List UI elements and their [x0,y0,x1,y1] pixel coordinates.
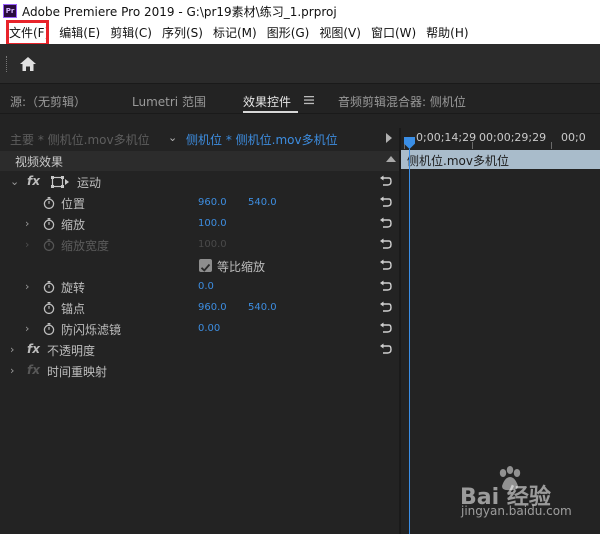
menu-file[interactable]: 文件(F) [0,23,54,43]
tab-source[interactable]: 源:（无剪辑） [10,93,86,110]
property-row-position[interactable]: 位置 960.0 540.0 [0,193,400,214]
anchor-point-label: 锚点 [61,302,86,316]
anti-flicker-label: 防闪烁滤镜 [61,323,122,337]
reset-icon[interactable] [379,301,392,314]
scale-width-label: 缩放宽度 [61,239,110,253]
expand-chevron-icon[interactable]: › [25,217,29,230]
reset-icon[interactable] [379,196,392,209]
menu-clip[interactable]: 剪辑(C) [105,23,157,43]
motion-label: 运动 [77,176,102,190]
property-row-anti-flicker[interactable]: › 防闪烁滤镜 0.00 [0,319,400,340]
timecode-1: 0;00;14;29 [416,131,477,144]
scale-width-value: 100.0 [198,239,227,250]
reset-icon[interactable] [379,343,392,356]
property-row-scale-width: › 缩放宽度 100.0 [0,235,400,256]
rotation-value[interactable]: 0.0 [198,281,214,292]
scale-value[interactable]: 100.0 [198,218,227,229]
fx-toggle-icon[interactable]: fx [27,342,40,356]
stopwatch-icon[interactable] [43,197,55,209]
title-bar: Pr Adobe Premiere Pro 2019 - G:\pr19素材\练… [0,0,600,22]
video-effects-header: 视频效果 [0,151,400,171]
stopwatch-icon[interactable] [43,302,55,314]
menu-bar: 文件(F) 编辑(E) 剪辑(C) 序列(S) 标记(M) 图形(G) 视图(V… [0,22,600,44]
property-row-rotation[interactable]: › 旋转 0.0 [0,277,400,298]
timeline-clip[interactable]: 侧机位.mov多机位 [401,150,600,169]
effect-row-time-remapping[interactable]: › fx 时间重映射 [0,361,400,382]
master-clip-label[interactable]: 主要 * 侧机位.mov多机位 [10,131,150,148]
rotation-label: 旋转 [61,281,86,295]
property-row-anchor-point[interactable]: 锚点 960.0 540.0 [0,298,400,319]
anchor-y-value[interactable]: 540.0 [248,302,277,313]
ruler-tick [472,142,473,149]
premiere-app-icon: Pr [3,4,17,18]
toolbar [0,44,600,84]
ruler-tick [551,142,552,149]
timecode-3: 00;0 [561,131,586,144]
panel-divider[interactable] [399,128,401,534]
reset-icon[interactable] [379,175,392,188]
reset-icon[interactable] [379,280,392,293]
panel-tabs: 源:（无剪辑） Lumetri 范围 效果控件 音频剪辑混合器: 侧机位 [0,86,600,114]
menu-edit[interactable]: 编辑(E) [54,23,105,43]
reset-icon[interactable] [379,217,392,230]
time-remapping-label: 时间重映射 [47,365,108,379]
position-x-value[interactable]: 960.0 [198,197,227,208]
timeline-ruler[interactable]: 0;00;14;29 00;00;29;29 00;0 [401,128,600,149]
timecode-2: 00;00;29;29 [479,131,547,144]
watermark-url: jingyan.baidu.com [461,504,572,518]
panel-menu-icon[interactable] [304,95,314,105]
uniform-scale-checkbox[interactable] [199,259,212,272]
expand-chevron-icon[interactable]: › [10,343,14,356]
stopwatch-icon[interactable] [43,218,55,230]
expand-chevron-icon: › [25,238,30,251]
property-row-uniform-scale[interactable]: 等比缩放 [0,256,400,277]
fx-toggle-icon[interactable]: fx [27,174,40,188]
reset-icon[interactable] [379,238,392,251]
reset-icon[interactable] [379,259,392,272]
toolbar-grip[interactable] [6,56,8,72]
anti-flicker-value[interactable]: 0.00 [198,323,220,334]
menu-marker[interactable]: 标记(M) [208,23,262,43]
fx-toggle-icon: fx [27,363,40,377]
uniform-scale-label: 等比缩放 [217,260,266,274]
scale-label: 缩放 [61,218,86,232]
video-effects-title: 视频效果 [15,155,64,169]
sequence-clip-label[interactable]: 侧机位 * 侧机位.mov多机位 [186,131,338,148]
tab-effect-controls[interactable]: 效果控件 [243,93,291,110]
checkmark-icon [200,263,211,272]
opacity-label: 不透明度 [47,344,96,358]
expand-chevron-icon[interactable]: › [10,364,14,377]
tab-audio-clip-mixer[interactable]: 音频剪辑混合器: 侧机位 [338,93,466,110]
reset-icon[interactable] [379,322,392,335]
menu-sequence[interactable]: 序列(S) [157,23,208,43]
position-y-value[interactable]: 540.0 [248,197,277,208]
stopwatch-icon[interactable] [43,323,55,335]
home-icon[interactable] [17,54,39,74]
property-row-scale[interactable]: › 缩放 100.0 [0,214,400,235]
menu-help[interactable]: 帮助(H) [421,23,473,43]
clip-selector-row: 主要 * 侧机位.mov多机位 ⌄ 侧机位 * 侧机位.mov多机位 [0,128,400,150]
playhead-line[interactable] [409,149,410,534]
effect-row-opacity[interactable]: › fx 不透明度 [0,340,400,361]
menu-window[interactable]: 窗口(W) [366,23,421,43]
effect-row-motion[interactable]: ⌄ fx 运动 [0,172,400,193]
play-triangle-icon[interactable] [386,133,392,143]
stopwatch-icon [43,239,55,251]
expand-chevron-icon[interactable]: › [25,322,29,335]
motion-transform-icon[interactable] [51,176,69,188]
collapse-chevron-icon[interactable]: ⌄ [10,175,19,188]
menu-graphics[interactable]: 图形(G) [262,23,315,43]
position-label: 位置 [61,197,86,211]
expand-chevron-icon[interactable]: › [25,280,29,293]
active-tab-underline [243,111,298,113]
scroll-up-icon[interactable] [386,156,396,162]
stopwatch-icon[interactable] [43,281,55,293]
window-title: Adobe Premiere Pro 2019 - G:\pr19素材\练习_1… [22,4,337,19]
chevron-down-icon[interactable]: ⌄ [168,131,177,144]
menu-view[interactable]: 视图(V) [314,23,366,43]
anchor-x-value[interactable]: 960.0 [198,302,227,313]
timeline-clip-name: 侧机位.mov多机位 [407,154,509,168]
tab-lumetri-scopes[interactable]: Lumetri 范围 [132,93,206,110]
